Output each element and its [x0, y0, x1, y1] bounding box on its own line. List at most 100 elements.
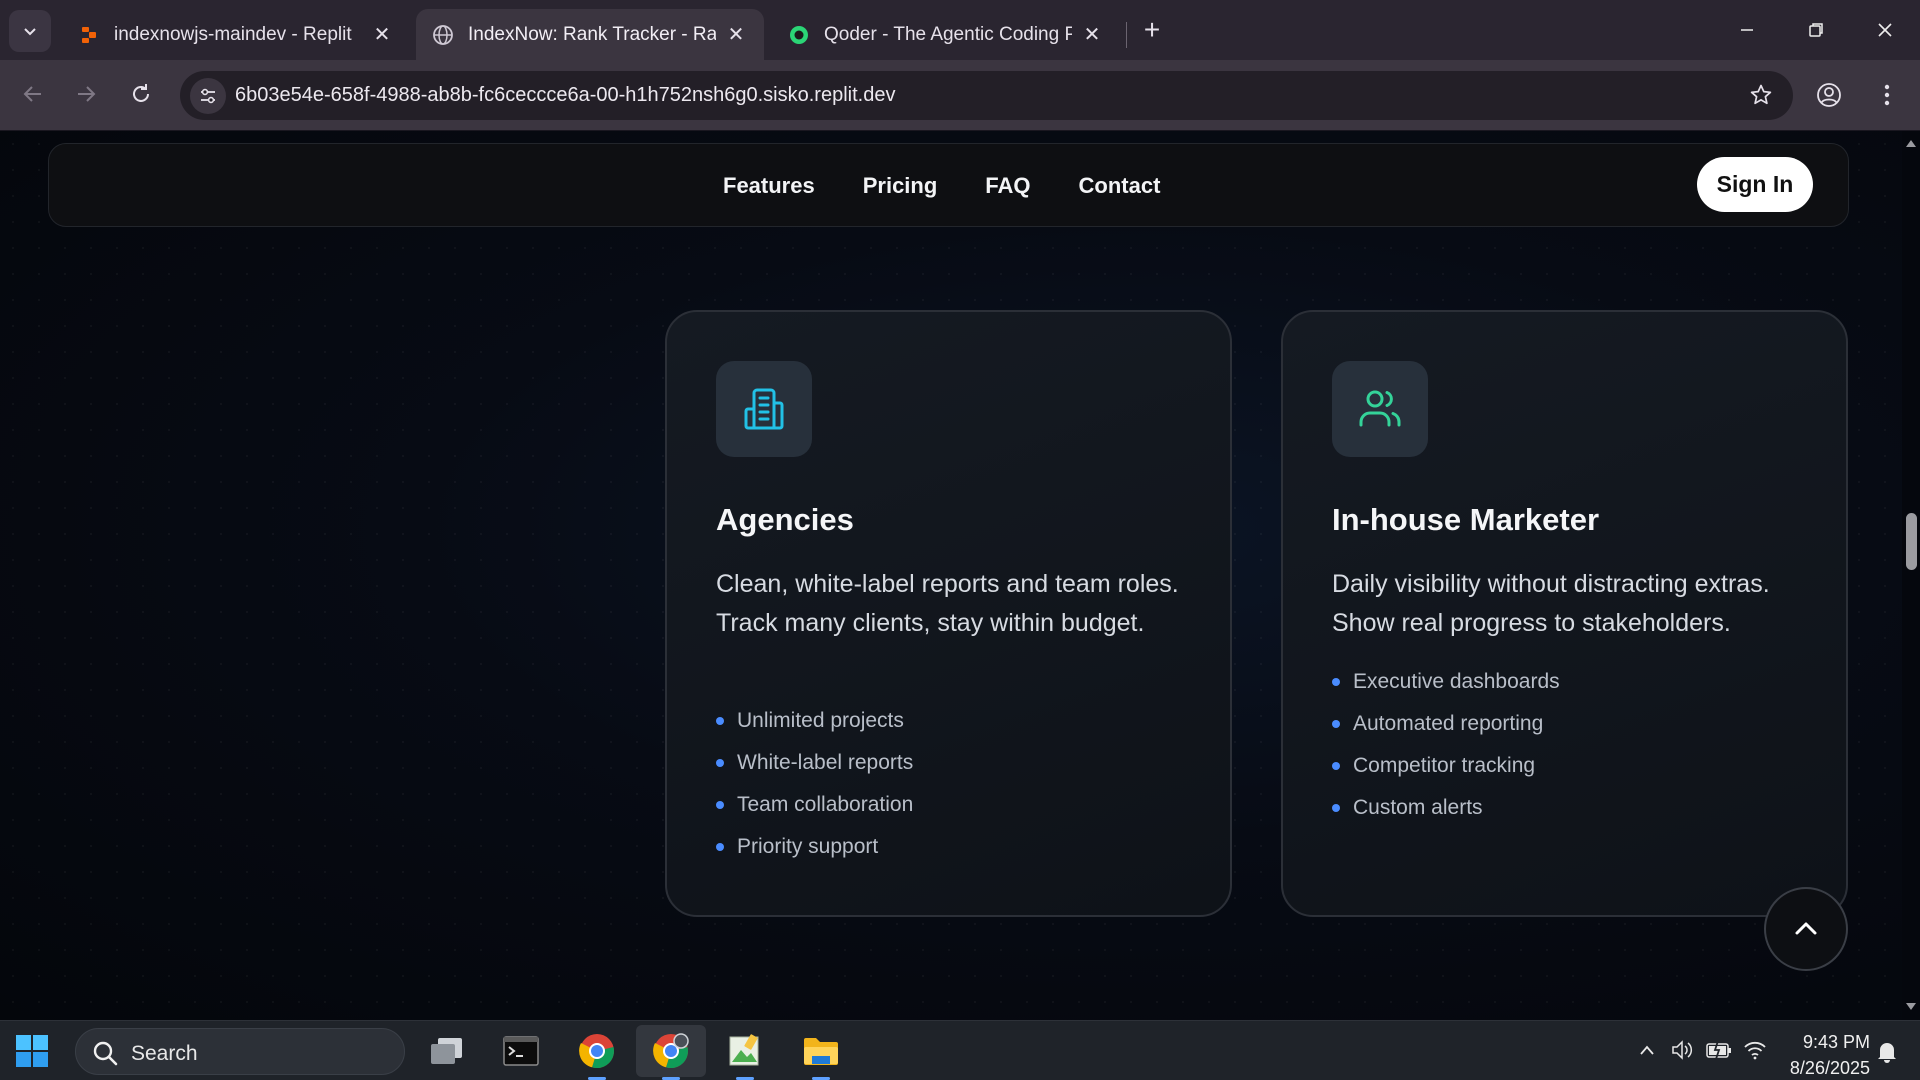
- bullet-dot: [716, 717, 724, 725]
- profile-button[interactable]: [1812, 78, 1846, 112]
- bell-icon: [1878, 1043, 1896, 1063]
- tab-title: indexnowjs-maindev - Replit: [114, 23, 352, 45]
- feature-label: Executive dashboards: [1353, 670, 1560, 693]
- bullet-dot: [716, 801, 724, 809]
- card-description: Daily visibility without distracting ext…: [1332, 570, 1770, 637]
- browser-tab-bar: indexnowjs-maindev - Replit ✕ IndexNow: …: [0, 0, 1920, 60]
- chrome-app-button[interactable]: [562, 1025, 632, 1080]
- chrome-icon: [653, 1033, 689, 1069]
- chrome-profile-app-button[interactable]: [636, 1025, 706, 1080]
- bullet-dot: [1332, 762, 1340, 770]
- volume-button[interactable]: [1668, 1035, 1698, 1065]
- terminal-icon: [503, 1036, 539, 1066]
- feature-item: White-label reports: [716, 742, 913, 784]
- card-icon-box: [716, 361, 812, 457]
- bullet-dot: [716, 759, 724, 767]
- nav-links: Features Pricing FAQ Contact: [723, 144, 1160, 228]
- feature-label: Unlimited projects: [737, 709, 904, 732]
- url-text[interactable]: 6b03e54e-658f-4988-ab8b-fc6ceccce6a-00-h…: [235, 84, 895, 107]
- wifi-icon: [1744, 1041, 1766, 1060]
- task-view-icon: [431, 1038, 462, 1064]
- new-tab-button[interactable]: +: [1136, 14, 1168, 46]
- tab-title: IndexNow: Rank Tracker - Rank: [468, 23, 716, 45]
- minimize-button[interactable]: [1722, 8, 1772, 52]
- arrow-right-icon: [78, 86, 96, 102]
- battery-button[interactable]: [1704, 1035, 1734, 1065]
- feature-label: Custom alerts: [1353, 796, 1483, 819]
- restore-icon: [1809, 23, 1823, 37]
- tab-qoder[interactable]: Qoder - The Agentic Coding Pla ✕: [772, 9, 1120, 60]
- show-hidden-icons-button[interactable]: [1632, 1035, 1662, 1065]
- feature-list: Executive dashboards Automated reporting…: [1332, 661, 1560, 829]
- feature-label: Team collaboration: [737, 793, 914, 816]
- start-button[interactable]: [14, 1033, 50, 1069]
- address-bar[interactable]: 6b03e54e-658f-4988-ab8b-fc6ceccce6a-00-h…: [180, 71, 1793, 120]
- tab-replit[interactable]: indexnowjs-maindev - Replit ✕: [62, 9, 410, 60]
- browser-toolbar: 6b03e54e-658f-4988-ab8b-fc6ceccce6a-00-h…: [0, 60, 1920, 131]
- speaker-icon: [1672, 1040, 1693, 1060]
- close-tab-icon[interactable]: ✕: [724, 23, 748, 47]
- feature-item: Unlimited projects: [716, 700, 913, 742]
- scroll-down-arrow[interactable]: [1905, 1001, 1917, 1013]
- close-window-button[interactable]: [1860, 8, 1910, 52]
- qoder-favicon-icon: [788, 24, 810, 46]
- folder-icon: [804, 1038, 838, 1065]
- card-title: Agencies: [716, 502, 854, 537]
- bullet-dot: [716, 843, 724, 851]
- page-scrollbar[interactable]: [1902, 131, 1920, 1020]
- feature-list: Unlimited projects White-label reports T…: [716, 700, 913, 868]
- nav-link-pricing[interactable]: Pricing: [863, 173, 938, 199]
- taskbar-search-box[interactable]: Search: [75, 1028, 405, 1075]
- nav-link-features[interactable]: Features: [723, 173, 815, 199]
- system-clock[interactable]: 9:43 PM 8/26/2025: [1766, 1029, 1870, 1080]
- bullet-dot: [1332, 720, 1340, 728]
- restore-button[interactable]: [1791, 8, 1841, 52]
- globe-icon: [432, 24, 454, 46]
- image-app-button[interactable]: [710, 1025, 780, 1080]
- feature-label: White-label reports: [737, 751, 914, 774]
- feature-label: Automated reporting: [1353, 712, 1544, 735]
- sign-in-button[interactable]: Sign In: [1697, 157, 1813, 212]
- search-icon: [93, 1041, 118, 1066]
- scrollbar-thumb[interactable]: [1906, 513, 1917, 570]
- account-circle-icon: [1817, 83, 1841, 107]
- close-tab-icon[interactable]: ✕: [370, 23, 394, 47]
- users-icon: [1359, 390, 1401, 427]
- browser-menu-button[interactable]: [1872, 78, 1902, 112]
- card-title: In-house Marketer: [1332, 502, 1600, 537]
- chrome-icon: [579, 1034, 614, 1069]
- back-button[interactable]: [13, 74, 53, 114]
- reload-button[interactable]: [121, 74, 161, 114]
- file-explorer-app-button[interactable]: [786, 1025, 856, 1080]
- replit-favicon-icon: [78, 24, 100, 46]
- close-tab-icon[interactable]: ✕: [1080, 23, 1104, 47]
- search-placeholder: Search: [131, 1042, 198, 1065]
- tab-indexnow[interactable]: IndexNow: Rank Tracker - Rank ✕: [416, 9, 764, 60]
- forward-button[interactable]: [66, 74, 106, 114]
- scroll-to-top-button[interactable]: [1764, 887, 1848, 971]
- tab-search-button[interactable]: [9, 10, 51, 52]
- bookmark-star-button[interactable]: [1747, 81, 1775, 109]
- clock-date: 8/26/2025: [1789, 1058, 1870, 1078]
- battery-charging-icon: [1706, 1041, 1731, 1059]
- clock-time: 9:43 PM: [1802, 1032, 1870, 1052]
- terminal-app-button[interactable]: [486, 1025, 556, 1077]
- feature-item: Competitor tracking: [1332, 745, 1560, 787]
- minimize-icon: [1741, 29, 1753, 31]
- tab-title: Qoder - The Agentic Coding Pla: [824, 23, 1072, 45]
- task-view-button[interactable]: [412, 1025, 482, 1077]
- notifications-button[interactable]: [1872, 1037, 1902, 1067]
- feature-label: Competitor tracking: [1353, 754, 1536, 777]
- bullet-dot: [1332, 678, 1340, 686]
- nav-link-contact[interactable]: Contact: [1079, 173, 1161, 199]
- tab-separator: [1126, 22, 1127, 48]
- feature-item: Automated reporting: [1332, 703, 1560, 745]
- nav-link-faq[interactable]: FAQ: [985, 173, 1030, 199]
- page-viewport: Features Pricing FAQ Contact Sign In Age…: [0, 131, 1902, 1020]
- photo-editor-icon: [729, 1034, 759, 1066]
- feature-item: Team collaboration: [716, 784, 913, 826]
- site-navbar: Features Pricing FAQ Contact Sign In: [48, 143, 1849, 227]
- scroll-up-arrow[interactable]: [1905, 137, 1917, 149]
- card-icon-box: [1332, 361, 1428, 457]
- site-info-button[interactable]: [190, 78, 226, 114]
